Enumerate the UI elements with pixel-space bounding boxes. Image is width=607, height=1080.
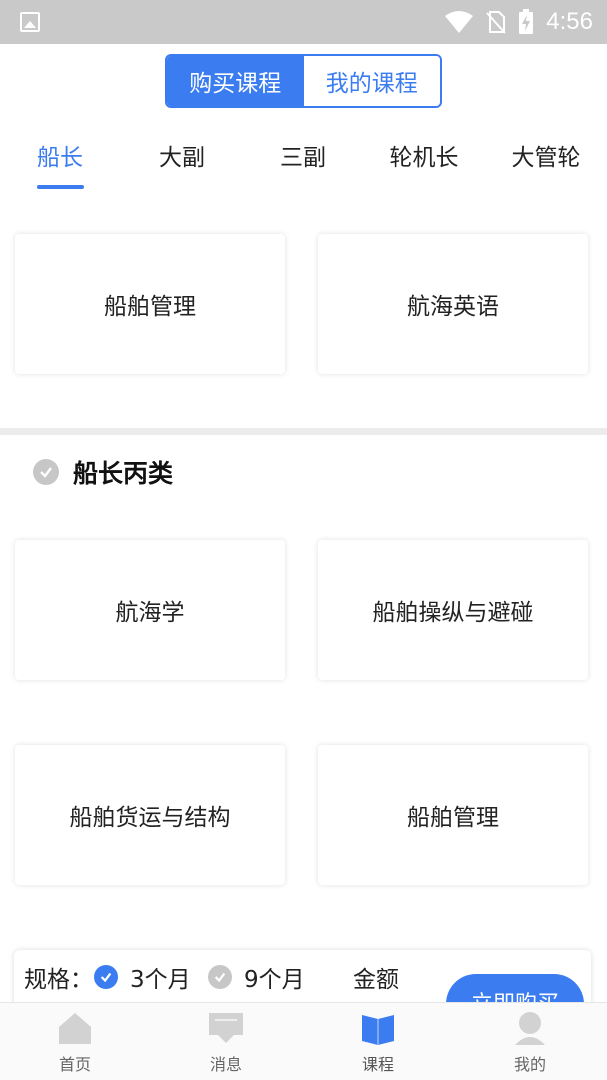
home-icon xyxy=(59,1013,91,1044)
check-circle-icon xyxy=(33,459,59,485)
clock: 4:56 xyxy=(546,8,593,35)
amount-label: 金额 xyxy=(353,967,399,993)
nav-mine-label: 我的 xyxy=(513,1055,546,1074)
no-sim-icon xyxy=(486,11,507,34)
unchecked-icon xyxy=(208,965,232,989)
tab-chief-officer[interactable]: 大副 xyxy=(127,138,237,172)
active-tab-indicator xyxy=(37,185,84,189)
image-notification-icon xyxy=(20,12,40,32)
course-card-ship-management[interactable]: 船舶管理 xyxy=(15,234,285,374)
option-3-months-label: 3个月 xyxy=(130,967,191,993)
section-header: 船长丙类 xyxy=(33,452,173,492)
option-9-months-label: 9个月 xyxy=(244,967,305,993)
tab-chief-engineer[interactable]: 轮机长 xyxy=(369,138,479,172)
section-divider xyxy=(0,428,607,435)
book-icon xyxy=(362,1015,394,1045)
battery-charging-icon xyxy=(519,9,534,34)
bottom-nav: 首页 消息 课程 我的 xyxy=(0,1002,607,1080)
course-card-maritime-english[interactable]: 航海英语 xyxy=(318,234,588,374)
buy-courses-tab[interactable]: 购买课程 xyxy=(167,56,304,106)
nav-home[interactable]: 首页 xyxy=(25,1011,125,1075)
rank-tabs: 船长 大副 三副 轮机长 大管轮 xyxy=(0,130,607,190)
course-card-cargo-structure[interactable]: 船舶货运与结构 xyxy=(15,745,285,885)
nav-messages[interactable]: 消息 xyxy=(176,1011,276,1075)
spec-label: 规格： xyxy=(24,967,93,993)
tab-captain[interactable]: 船长 xyxy=(5,138,115,172)
tab-third-officer[interactable]: 三副 xyxy=(248,138,358,172)
purchase-bar: 规格： 3个月 9个月 金额 立即购买 xyxy=(14,950,591,1034)
nav-home-label: 首页 xyxy=(58,1055,91,1074)
course-card-ship-handling[interactable]: 船舶操纵与避碰 xyxy=(318,540,588,680)
course-segment-control: 购买课程 我的课程 xyxy=(165,54,442,108)
wifi-icon xyxy=(445,11,474,33)
user-icon xyxy=(515,1012,545,1045)
status-bar: 4:56 xyxy=(0,0,607,44)
nav-courses-label: 课程 xyxy=(361,1055,394,1074)
message-icon xyxy=(209,1013,243,1043)
nav-mine[interactable]: 我的 xyxy=(480,1011,580,1075)
tab-second-engineer[interactable]: 大管轮 xyxy=(491,138,601,172)
course-card-navigation[interactable]: 航海学 xyxy=(15,540,285,680)
course-card-ship-management-2[interactable]: 船舶管理 xyxy=(318,745,588,885)
nav-courses[interactable]: 课程 xyxy=(328,1011,428,1075)
option-9-months[interactable]: 9个月 xyxy=(208,960,305,994)
nav-messages-label: 消息 xyxy=(209,1055,242,1074)
option-3-months[interactable]: 3个月 xyxy=(94,960,191,994)
section-title: 船长丙类 xyxy=(73,459,174,488)
my-courses-tab[interactable]: 我的课程 xyxy=(303,56,440,106)
status-icons: 4:56 xyxy=(444,0,593,44)
checked-icon xyxy=(94,965,118,989)
